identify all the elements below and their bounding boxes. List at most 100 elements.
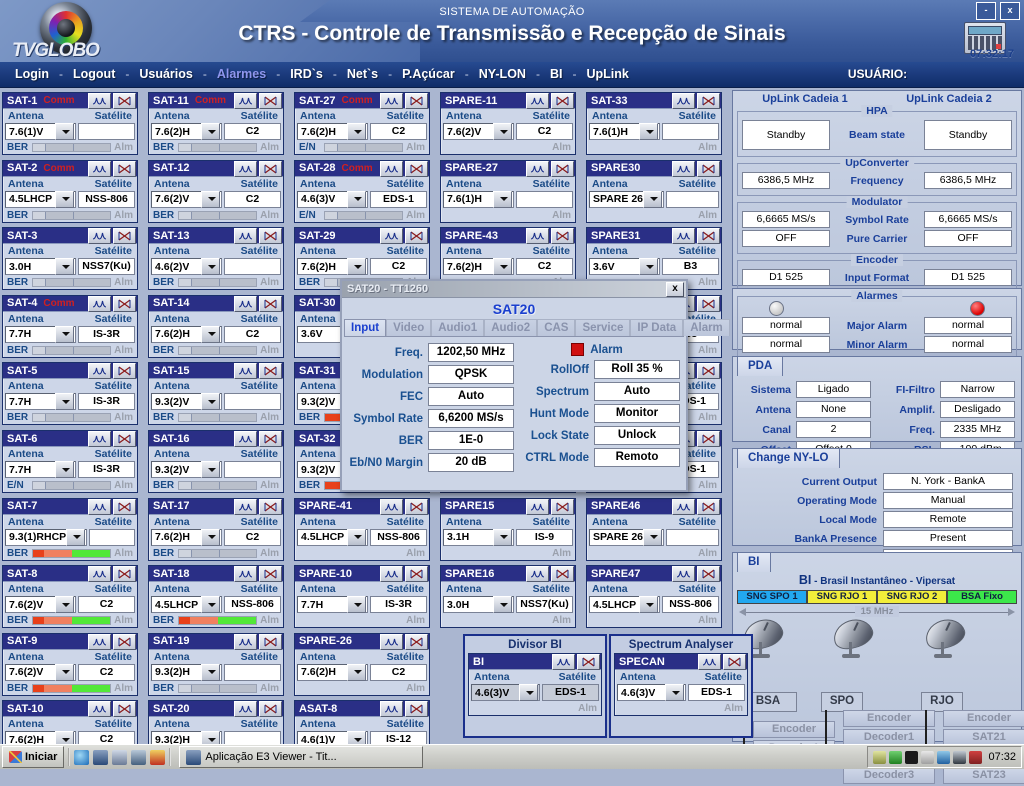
satellite-card[interactable]: SAT-5 Antena Satélite 7.7H IS-3R BER Alm <box>2 362 138 426</box>
satellite-card[interactable]: SAT-12 Antena Satélite 7.6(2)V C2 BER Alm <box>148 159 284 223</box>
constellation-icon-button[interactable] <box>697 93 720 109</box>
antenna-select[interactable]: 3.6V <box>589 258 660 276</box>
spectrum-icon-button[interactable] <box>380 633 403 650</box>
tray-printer-icon[interactable] <box>873 750 887 764</box>
constellation-icon-button[interactable] <box>259 431 282 447</box>
outlook-icon[interactable] <box>112 749 128 765</box>
antenna-select[interactable]: 7.6(2)H <box>297 258 368 276</box>
constellation-icon-button[interactable] <box>405 498 428 515</box>
satellite-card[interactable]: SAT-16 Antena Satélite 9.3(2)V BER Alm <box>148 430 284 493</box>
dialog-tab-ip-data[interactable]: IP Data <box>630 319 684 336</box>
antenna-select[interactable]: 3.0H <box>443 596 514 614</box>
constellation-icon-button[interactable] <box>551 160 574 177</box>
antenna-select[interactable]: 7.6(2)H <box>297 123 368 140</box>
e3-viewer-icon[interactable] <box>93 749 109 765</box>
constellation-icon-button[interactable] <box>697 295 720 312</box>
satellite-card[interactable]: SAT-6 Antena Satélite 7.7H IS-3R E/N Alm <box>2 430 138 493</box>
divisor-bi-card[interactable]: BI Antena Satélite 4.6(3)V EDS-1 Alm <box>468 653 602 716</box>
satellite-card[interactable]: SAT-27 Comm Antena Satélite 7.6(2)H C2 E/N Alm <box>294 92 430 155</box>
antenna-select[interactable]: 3.0H <box>5 258 76 276</box>
constellation-icon-button[interactable] <box>259 498 282 515</box>
tray-play-icon[interactable] <box>905 750 919 764</box>
dialog-field-value[interactable]: Roll 35 % <box>594 360 680 379</box>
constellation-icon-button[interactable] <box>113 633 136 650</box>
antenna-select[interactable]: 9.3(1)RHCP <box>5 528 88 546</box>
antenna-select[interactable]: 7.7H <box>5 393 76 411</box>
constellation-icon-button[interactable] <box>405 93 428 109</box>
antenna-select[interactable]: 4.6(3)V <box>297 190 368 208</box>
antenna-select[interactable]: SPARE 26 <box>589 528 664 546</box>
antenna-select[interactable]: 4.5LHCP <box>5 190 76 208</box>
spectrum-icon-button[interactable] <box>672 93 695 109</box>
antenna-select[interactable]: 7.6(1)H <box>443 190 514 208</box>
constellation-icon-button[interactable] <box>551 228 574 245</box>
menu-item-login[interactable]: Login <box>6 65 58 83</box>
antenna-select[interactable]: 7.7H <box>5 461 76 478</box>
internet-explorer-icon[interactable] <box>74 749 90 765</box>
menu-item-uplink[interactable]: UpLink <box>577 65 637 83</box>
antenna-select[interactable]: 4.5LHCP <box>151 596 222 614</box>
antenna-select[interactable]: 9.3(2)V <box>151 393 222 411</box>
antenna-select[interactable]: 7.6(2)H <box>151 123 222 140</box>
constellation-icon-button[interactable] <box>113 498 136 515</box>
spectrum-icon-button[interactable] <box>234 633 257 650</box>
antenna-select[interactable]: 9.3(2)H <box>151 663 222 681</box>
constellation-icon-button[interactable] <box>259 701 282 718</box>
dialog-field-value[interactable]: QPSK <box>428 365 514 384</box>
bi-site-rjo[interactable]: RJO <box>921 692 963 712</box>
antenna-select[interactable]: 7.6(2)V <box>443 123 514 140</box>
satellite-card[interactable]: SPARE-26 Antena Satélite 7.6(2)H C2 Alm <box>294 632 430 696</box>
spectrum-icon-button[interactable] <box>380 701 403 718</box>
constellation-icon-button[interactable] <box>113 93 136 109</box>
taskbar-window-button[interactable]: Aplicação E3 Viewer - Tit... <box>179 746 424 768</box>
constellation-icon-button[interactable] <box>113 701 136 718</box>
satellite-card[interactable]: SAT-33 Antena Satélite 7.6(1)H Alm <box>586 92 722 155</box>
constellation-icon-button[interactable] <box>259 363 282 380</box>
constellation-icon-button[interactable] <box>697 363 720 380</box>
constellation-icon-button[interactable] <box>697 228 720 245</box>
spectrum-icon-button[interactable] <box>88 566 111 583</box>
dialog-tab-input[interactable]: Input <box>344 319 387 336</box>
constellation-icon-button[interactable] <box>577 654 600 670</box>
dialog-field-value[interactable]: 1202,50 MHz <box>428 343 514 362</box>
spectrum-icon-button[interactable] <box>234 160 257 177</box>
spectrum-icon-button[interactable] <box>526 566 549 583</box>
antenna-select[interactable]: 4.6(3)V <box>617 684 686 701</box>
antenna-select[interactable]: SPARE 26 <box>589 190 664 208</box>
satellite-card[interactable]: SPARE-11 Antena Satélite 7.6(2)V C2 Alm <box>440 92 576 155</box>
satellite-card[interactable]: SAT-9 Antena Satélite 7.6(2)V C2 BER Alm <box>2 632 138 696</box>
spectrum-icon-button[interactable] <box>234 498 257 515</box>
menu-item-alarmes[interactable]: Alarmes <box>208 65 275 83</box>
bi-stack-item[interactable]: SAT23 <box>943 767 1024 784</box>
spectrum-icon-button[interactable] <box>380 498 403 515</box>
antenna-select[interactable]: 7.7H <box>297 596 368 614</box>
satellite-card[interactable]: SAT-2 Comm Antena Satélite 4.5LHCP NSS-806 BER… <box>2 159 138 223</box>
spectrum-icon-button[interactable] <box>526 160 549 177</box>
start-button[interactable]: Iniciar <box>2 746 65 768</box>
constellation-icon-button[interactable] <box>405 160 428 177</box>
bi-stack-item[interactable]: Decoder3 <box>843 767 935 784</box>
menu-item-ird-s[interactable]: IRD`s <box>281 65 332 83</box>
spectrum-icon-button[interactable] <box>88 498 111 515</box>
satellite-card[interactable]: SPARE47 Antena Satélite 4.5LHCP NSS-806 Alm <box>586 565 722 629</box>
constellation-icon-button[interactable] <box>113 566 136 583</box>
satellite-card[interactable]: SAT-3 Antena Satélite 3.0H NSS7(Ku) BER Alm <box>2 227 138 291</box>
spectrum-icon-button[interactable] <box>234 93 257 109</box>
antenna-select[interactable]: 7.6(1)V <box>5 123 76 140</box>
dialog-field-value[interactable]: Auto <box>594 382 680 401</box>
constellation-icon-button[interactable] <box>259 633 282 650</box>
menu-item-usu-rios[interactable]: Usuários <box>130 65 202 83</box>
constellation-icon-button[interactable] <box>697 431 720 447</box>
satellite-card[interactable]: SPARE-41 Antena Satélite 4.5LHCP NSS-806 Alm <box>294 497 430 561</box>
menu-item-p-a-car[interactable]: P.Açúcar <box>393 65 464 83</box>
constellation-icon-button[interactable] <box>113 160 136 177</box>
spectrum-icon-button[interactable] <box>526 498 549 515</box>
bi-stack-item[interactable]: Encoder <box>943 710 1024 727</box>
constellation-icon-button[interactable] <box>697 160 720 177</box>
media-player-icon[interactable] <box>131 749 147 765</box>
constellation-icon-button[interactable] <box>405 701 428 718</box>
pda-tab[interactable]: PDA <box>737 356 784 376</box>
constellation-icon-button[interactable] <box>259 566 282 583</box>
constellation-icon-button[interactable] <box>259 160 282 177</box>
satellite-card[interactable]: SAT-4 Comm Antena Satélite 7.7H IS-3R BER Alm <box>2 294 138 358</box>
